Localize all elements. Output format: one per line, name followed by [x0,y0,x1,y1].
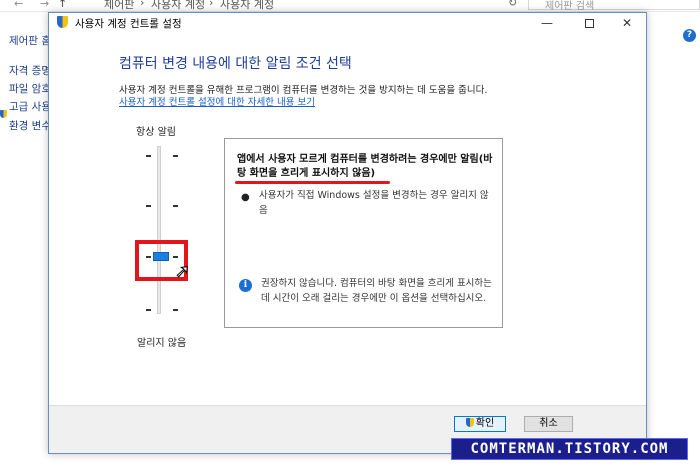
background-content-edge: ? [648,12,700,467]
more-info-link[interactable]: 사용자 계정 컨트롤 설정에 대한 자세한 내용 보기 [119,94,315,108]
level-description-panel: 앱에서 사용자 모르게 컴퓨터를 변경하려는 경우에만 알림(바탕 화면을 흐리… [224,138,503,328]
sidebar-link[interactable]: 환경 변수 [9,118,51,133]
up-arrow-icon[interactable]: ↑ [58,0,67,10]
watermark: COMTERMAN.TISTORY.COM [451,438,688,460]
uac-settings-dialog: 사용자 계정 컨트롤 설정 — ✕ 컴퓨터 변경 내용에 대한 알림 조건 선택… [48,12,647,454]
background-toolbar: ← → ↑ 제어판 › 사용자 계정 › 사용자 계정 ↻ 제어판 검색 [0,0,700,12]
close-button[interactable]: ✕ [607,13,647,33]
level-title: 앱에서 사용자 모르게 컴퓨터를 변경하려는 경우에만 알림(바탕 화면을 흐리… [237,154,493,179]
slider-tick [146,205,151,207]
red-underline-annotation [235,181,390,184]
slider-bottom-label: 알리지 않음 [137,338,187,349]
slider-top-label: 항상 알림 [136,127,176,138]
level-info-text: 권장하지 않습니다. 컴퓨터의 바탕 화면을 흐리게 표시하는 데 시간이 오래… [261,278,492,304]
breadcrumb-item[interactable]: 사용자 계정 [220,0,274,12]
page-heading: 컴퓨터 변경 내용에 대한 알림 조건 선택 [119,56,352,72]
bullet-icon: ● [241,192,250,203]
breadcrumb-separator-icon: › [140,0,145,9]
title-bar[interactable]: 사용자 계정 컨트롤 설정 — ✕ [49,13,646,33]
slider-tick [173,205,178,207]
breadcrumb-item[interactable]: 제어판 [104,0,134,12]
info-icon: i [239,279,252,292]
level-bullet-text: 사용자가 직접 Windows 설정을 변경하는 경우 알리지 않음 [259,190,489,216]
sidebar-link[interactable]: 제어판 홈 [9,33,51,48]
breadcrumb-separator-icon: › [209,0,214,9]
background-sidebar: 제어판 홈 자격 증명 관리 파일 암호화 고급 사용자 환경 변수 [0,12,74,467]
search-input[interactable]: 제어판 검색 [528,0,700,12]
slider-tick [146,155,151,157]
ok-button-label: 확인 [475,418,495,429]
back-arrow-icon[interactable]: ← [14,0,23,10]
uac-shield-icon [0,110,7,118]
slider-track[interactable] [157,146,161,314]
uac-shield-icon [465,418,474,427]
breadcrumb-item[interactable]: 사용자 계정 [151,0,205,12]
maximize-button[interactable] [569,13,609,33]
forward-arrow-icon[interactable]: → [40,0,49,10]
ok-button[interactable]: 확인 [454,416,506,432]
minimize-button[interactable]: — [527,13,567,33]
slider-tick [173,309,178,311]
refresh-icon[interactable]: ↻ [508,0,517,9]
cancel-button[interactable]: 취소 [524,416,573,432]
slider-tick [173,155,178,157]
uac-shield-icon [57,16,68,28]
maximize-icon [584,19,594,28]
mouse-pointer-icon: ➚ [174,261,191,283]
dialog-title: 사용자 계정 컨트롤 설정 [75,18,182,30]
slider-tick [146,309,151,311]
help-icon[interactable]: ? [683,29,696,42]
